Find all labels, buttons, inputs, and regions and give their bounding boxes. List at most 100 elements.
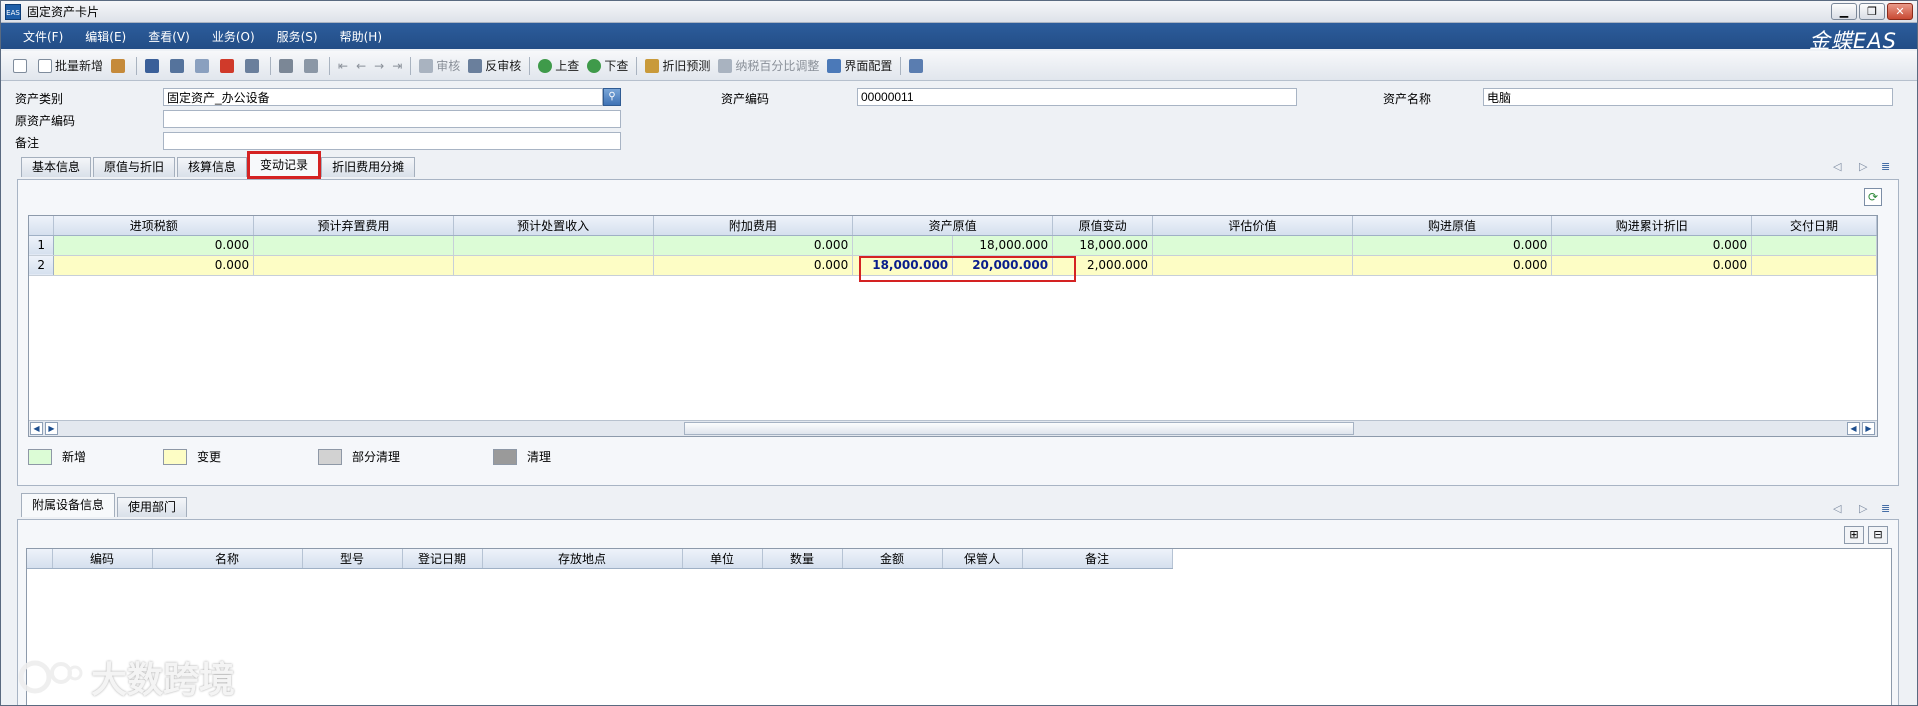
tab-next-icon[interactable]: ▷ (1859, 502, 1867, 515)
column-header[interactable]: 购进原值 (1352, 216, 1553, 236)
print-preview-button[interactable] (300, 54, 325, 78)
first-record-button[interactable]: ⇤ (334, 54, 352, 78)
column-header[interactable]: 保管人 (942, 549, 1023, 569)
scroll-left-icon[interactable]: ◀ (1847, 422, 1860, 435)
table-cell[interactable]: 0.000 (53, 255, 255, 276)
table-cell[interactable]: 0.000 (1352, 235, 1553, 256)
restore-icon[interactable]: ❐ (1859, 3, 1885, 20)
category-picker-icon[interactable]: ⚲ (603, 88, 621, 106)
next-record-button[interactable]: → (370, 54, 388, 78)
table-cell[interactable] (253, 235, 454, 256)
asset-name-field[interactable] (1483, 88, 1893, 106)
column-header[interactable]: 型号 (302, 549, 403, 569)
print-button[interactable] (275, 54, 300, 78)
down-query-button[interactable]: 下查 (583, 54, 632, 78)
asset-category-field[interactable] (163, 88, 603, 106)
tab-list-icon[interactable]: ≣ (1881, 502, 1890, 515)
remark-field[interactable] (163, 132, 621, 150)
column-header[interactable]: 存放地点 (482, 549, 683, 569)
table-row[interactable]: 1 0.000 0.000 18,000.000 18,000.000 0.00… (29, 235, 1877, 256)
scroll-right-icon[interactable]: ▶ (45, 422, 58, 435)
tab-basic-info[interactable]: 基本信息 (21, 157, 92, 177)
table-cell[interactable]: 0.000 (1551, 235, 1753, 256)
audit-button[interactable]: 审核 (415, 54, 464, 78)
attachment-button[interactable] (241, 54, 266, 78)
menu-service[interactable]: 服务(S) (277, 28, 318, 45)
column-header[interactable]: 编码 (52, 549, 153, 569)
copy-button[interactable] (191, 54, 216, 78)
tab-accounting-info[interactable]: 核算信息 (177, 157, 248, 177)
tab-attached-equipment[interactable]: 附属设备信息 (21, 493, 116, 517)
table-cell[interactable] (1152, 235, 1353, 256)
tax-adjust-button[interactable]: 纳税百分比调整 (714, 54, 823, 78)
table-cell[interactable]: 0.000 (53, 235, 255, 256)
save-button[interactable] (141, 54, 166, 78)
menu-file[interactable]: 文件(F) (23, 28, 63, 45)
tab-next-icon[interactable]: ▷ (1859, 160, 1867, 173)
table-cell[interactable]: 0.000 (653, 235, 854, 256)
table-cell[interactable] (453, 235, 654, 256)
column-header[interactable]: 附加费用 (653, 216, 854, 236)
column-header[interactable]: 名称 (152, 549, 303, 569)
tab-using-department[interactable]: 使用部门 (117, 497, 188, 517)
menu-view[interactable]: 查看(V) (148, 28, 190, 45)
tab-cost-depreciation[interactable]: 原值与折旧 (93, 157, 176, 177)
tab-change-records[interactable]: 变动记录 (247, 151, 322, 179)
add-row-icon[interactable]: ⊞ (1844, 526, 1864, 544)
brush-button[interactable] (107, 54, 132, 78)
table-cell[interactable] (1152, 255, 1353, 276)
scroll-right-icon[interactable]: ▶ (1862, 422, 1875, 435)
column-header[interactable]: 登记日期 (402, 549, 483, 569)
table-cell[interactable]: 0.000 (1551, 255, 1753, 276)
column-header[interactable]: 资产原值 (852, 216, 1054, 236)
table-cell[interactable] (852, 235, 954, 256)
table-cell[interactable]: 0.000 (653, 255, 854, 276)
ui-config-button[interactable]: 界面配置 (823, 54, 896, 78)
table-cell[interactable] (1751, 235, 1877, 256)
tab-prev-icon[interactable]: ◁ (1833, 160, 1841, 173)
orig-code-field[interactable] (163, 110, 621, 128)
refresh-icon[interactable]: ⟳ (1864, 188, 1882, 206)
menu-edit[interactable]: 编辑(E) (85, 28, 126, 45)
column-header[interactable]: 单位 (682, 549, 763, 569)
menu-help[interactable]: 帮助(H) (340, 28, 382, 45)
column-header[interactable]: 金额 (842, 549, 943, 569)
table-cell[interactable]: 18,000.000 (952, 235, 1054, 256)
minimize-icon[interactable]: ▁ (1831, 3, 1857, 20)
column-header[interactable]: 数量 (762, 549, 843, 569)
column-header[interactable]: 预计处置收入 (453, 216, 654, 236)
table-cell[interactable] (1751, 255, 1877, 276)
up-query-button[interactable]: 上查 (534, 54, 583, 78)
delete-button[interactable] (216, 54, 241, 78)
horizontal-scrollbar[interactable]: ◀ ▶ ◀ ▶ (29, 420, 1877, 436)
depr-forecast-button[interactable]: 折旧预测 (641, 54, 714, 78)
exit-button[interactable] (905, 54, 930, 78)
batch-add-button[interactable]: 批量新增 (34, 54, 107, 78)
table-cell[interactable] (253, 255, 454, 276)
last-record-button[interactable]: ⇥ (388, 54, 406, 78)
column-header[interactable]: 原值变动 (1052, 216, 1154, 236)
highlight-box (859, 256, 1076, 282)
menu-business[interactable]: 业务(O) (212, 28, 255, 45)
close-icon[interactable]: ✕ (1887, 3, 1913, 20)
table-cell[interactable] (453, 255, 654, 276)
prev-record-button[interactable]: ← (352, 54, 370, 78)
column-header[interactable]: 购进累计折旧 (1551, 216, 1753, 236)
submit-button[interactable] (166, 54, 191, 78)
scroll-thumb[interactable] (684, 422, 1354, 435)
column-header[interactable]: 预计弃置费用 (253, 216, 454, 236)
insert-row-icon[interactable]: ⊟ (1868, 526, 1888, 544)
column-header[interactable]: 进项税额 (53, 216, 255, 236)
asset-code-field[interactable] (857, 88, 1297, 106)
column-header[interactable]: 交付日期 (1751, 216, 1877, 236)
tab-list-icon[interactable]: ≣ (1881, 160, 1890, 173)
scroll-left-icon[interactable]: ◀ (30, 422, 43, 435)
unaudit-button[interactable]: 反审核 (464, 54, 525, 78)
new-button[interactable] (9, 54, 34, 78)
table-cell[interactable]: 18,000.000 (1052, 235, 1154, 256)
tab-depr-allocation[interactable]: 折旧费用分摊 (321, 157, 416, 177)
table-cell[interactable]: 0.000 (1352, 255, 1553, 276)
column-header[interactable]: 备注 (1022, 549, 1173, 569)
tab-prev-icon[interactable]: ◁ (1833, 502, 1841, 515)
column-header[interactable]: 评估价值 (1152, 216, 1353, 236)
